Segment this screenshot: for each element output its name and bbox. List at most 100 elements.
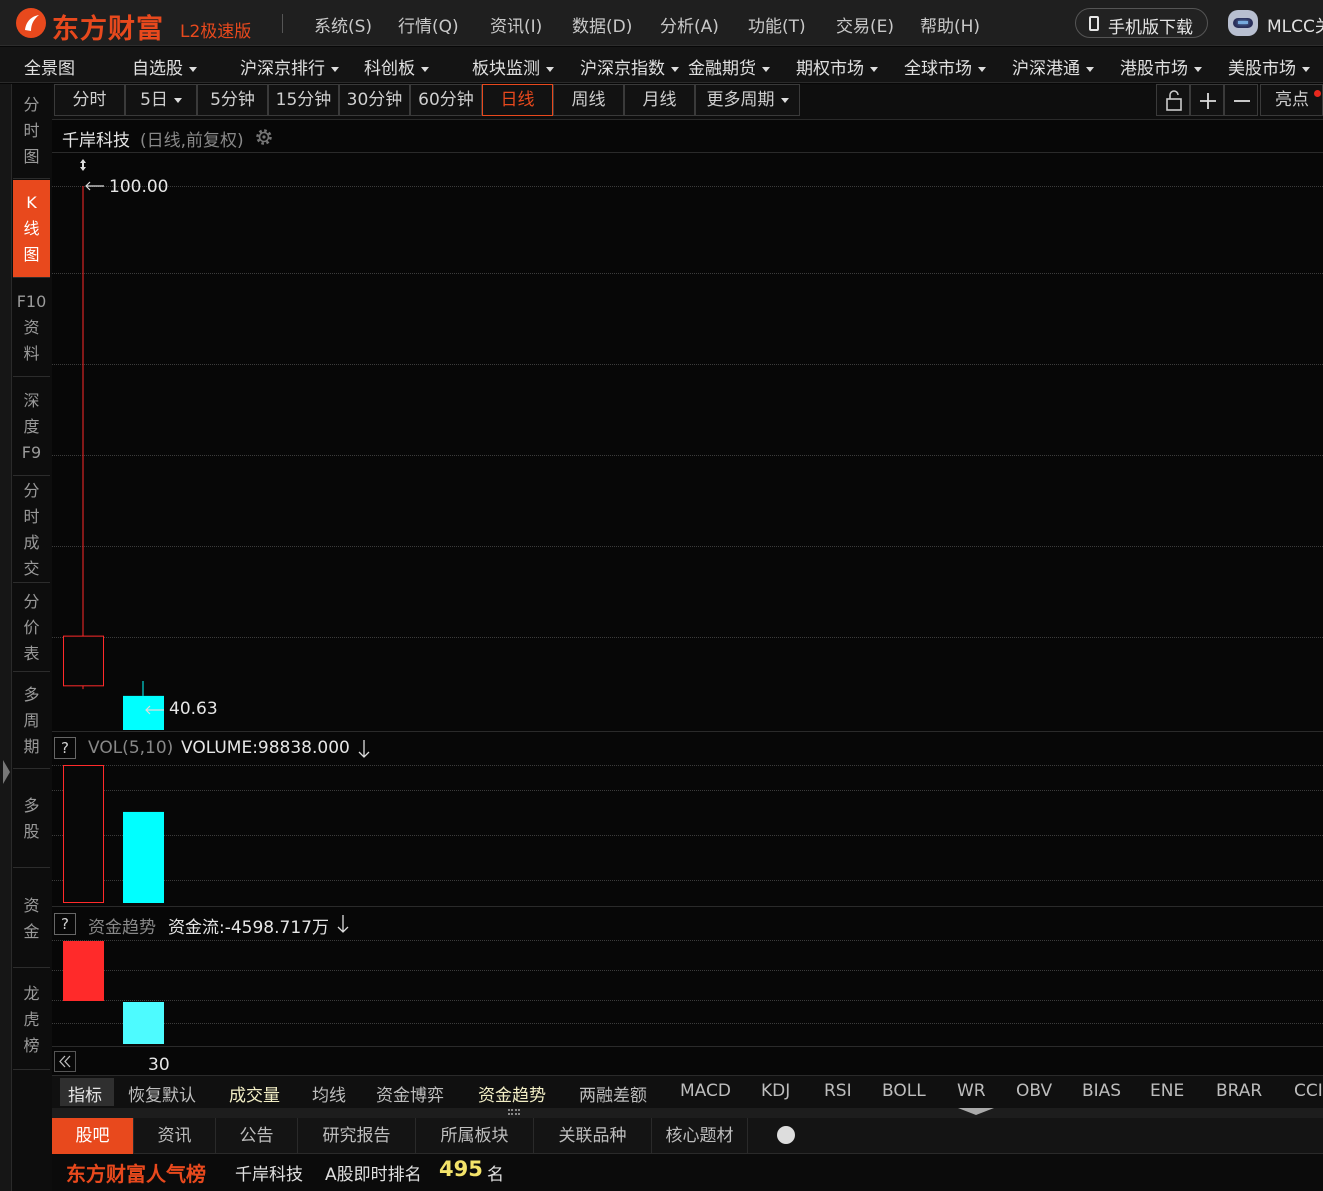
indicator-tab[interactable]: OBV xyxy=(1016,1081,1052,1101)
chevron-down-icon xyxy=(870,66,878,72)
nav-item[interactable]: 金融期货 xyxy=(688,54,770,79)
kline-chart[interactable]: 100.00 40.63 xyxy=(52,153,1323,730)
indicator-tab[interactable]: WR xyxy=(957,1081,986,1101)
menu-item[interactable]: 资讯(I) xyxy=(490,12,542,37)
menu-item[interactable]: 系统(S) xyxy=(314,12,372,37)
ranking-stock[interactable]: 千岸科技 xyxy=(235,1160,303,1185)
sidebar-tab-char: 分 xyxy=(23,95,40,114)
period-button[interactable]: 更多周期 xyxy=(695,84,800,116)
period-button[interactable]: 30分钟 xyxy=(339,84,410,116)
sidebar-tab[interactable]: 分价表 xyxy=(13,585,50,672)
volume-help-button[interactable]: ? xyxy=(54,737,76,759)
nav-item[interactable]: 沪深港通 xyxy=(1012,54,1094,79)
sidebar-tab[interactable]: 龙虎榜 xyxy=(13,970,50,1070)
nav-item[interactable]: 自选股 xyxy=(132,54,197,79)
info-tab[interactable]: 关联品种 xyxy=(534,1118,652,1154)
scroll-marker-icon[interactable] xyxy=(80,159,86,171)
nav-item[interactable]: 沪深京排行 xyxy=(240,54,339,79)
period-label: 日线 xyxy=(500,90,535,110)
nav-item-label: 沪深港通 xyxy=(1012,59,1080,79)
indicator-tab[interactable]: 资金趋势 xyxy=(478,1081,546,1106)
candle[interactable] xyxy=(63,186,104,690)
indicator-tab[interactable]: 均线 xyxy=(312,1081,346,1106)
candle[interactable] xyxy=(123,681,164,730)
info-tab[interactable]: 所属板块 xyxy=(416,1118,534,1154)
mobile-download-label: 手机版下载 xyxy=(1108,18,1193,38)
info-tab[interactable]: 资讯 xyxy=(134,1118,216,1154)
indicator-tab[interactable]: CCI xyxy=(1294,1081,1323,1101)
indicator-tab[interactable]: KDJ xyxy=(761,1081,790,1101)
gear-icon[interactable] xyxy=(254,127,274,147)
fund-flow-bar xyxy=(123,1002,164,1044)
nav-item-label: 期权市场 xyxy=(796,59,864,79)
zoom-out-button[interactable] xyxy=(1224,84,1258,116)
fund-pane-bottom xyxy=(52,1046,1323,1047)
user-name[interactable]: MLCC关 xyxy=(1267,12,1323,37)
nav-item[interactable]: 全景图 xyxy=(24,54,75,79)
nav-item[interactable]: 板块监测 xyxy=(472,54,554,79)
indicator-tab[interactable]: MACD xyxy=(680,1081,731,1101)
period-button[interactable]: 日线 xyxy=(482,84,553,116)
period-label: 5分钟 xyxy=(210,90,255,110)
fund-indicator-label[interactable]: 资金趋势 xyxy=(88,913,156,938)
menu-item[interactable]: 功能(T) xyxy=(748,12,806,37)
liangdian-button[interactable]: 亮点 xyxy=(1260,84,1323,116)
sidebar-tab[interactable]: K线图 xyxy=(13,180,50,278)
unlock-button[interactable] xyxy=(1156,84,1190,116)
sidebar-tab[interactable]: F10 资料 xyxy=(13,280,50,377)
sidebar-tab[interactable]: 分时图 xyxy=(13,84,50,179)
indicator-tab[interactable]: 指标 xyxy=(68,1081,102,1106)
period-button[interactable]: 分时 xyxy=(54,84,125,116)
mobile-download-button[interactable]: 手机版下载 xyxy=(1075,8,1208,38)
resize-grip-icon[interactable] xyxy=(508,1109,520,1115)
indicator-tab[interactable]: BOLL xyxy=(882,1081,926,1101)
collapse-notch-icon[interactable] xyxy=(958,1108,994,1115)
high-price-marker: 100.00 xyxy=(85,177,168,197)
volume-indicator-label[interactable]: VOL(5,10) xyxy=(88,738,173,758)
period-button[interactable]: 60分钟 xyxy=(410,84,482,116)
menu-item[interactable]: 行情(Q) xyxy=(398,12,459,37)
period-button[interactable]: 5日 xyxy=(125,84,197,116)
info-tab[interactable]: 股吧 xyxy=(52,1118,134,1154)
menu-item[interactable]: 交易(E) xyxy=(836,12,894,37)
sidebar-tab[interactable]: 多周期 xyxy=(13,674,50,769)
info-tab[interactable]: 研究报告 xyxy=(298,1118,416,1154)
zoom-in-button[interactable] xyxy=(1190,84,1224,116)
chevron-down-icon xyxy=(978,66,986,72)
period-button[interactable]: 月线 xyxy=(624,84,695,116)
indicator-tab[interactable]: BIAS xyxy=(1082,1081,1121,1101)
nav-item[interactable]: 科创板 xyxy=(364,54,429,79)
nav-item[interactable]: 港股市场 xyxy=(1120,54,1202,79)
indicator-tab[interactable]: ENE xyxy=(1150,1081,1184,1101)
sidebar-collapse-arrow-icon[interactable] xyxy=(3,760,10,784)
indicator-tab[interactable]: 两融差额 xyxy=(579,1081,647,1106)
indicator-tab[interactable]: 成交量 xyxy=(229,1081,280,1106)
nav-item[interactable]: 期权市场 xyxy=(796,54,878,79)
robot-avatar-icon[interactable] xyxy=(1228,10,1258,36)
sidebar-tab[interactable]: 分时成交 xyxy=(13,478,50,583)
indicator-tab[interactable]: RSI xyxy=(824,1081,852,1101)
sidebar-tab[interactable]: 资金 xyxy=(13,870,50,968)
sidebar-tab-char: K xyxy=(26,192,37,212)
chevron-down-icon xyxy=(331,66,339,72)
nav-item[interactable]: 全球市场 xyxy=(904,54,986,79)
indicator-tab[interactable]: 恢复默认 xyxy=(128,1081,196,1106)
period-button[interactable]: 15分钟 xyxy=(268,84,339,116)
nav-item[interactable]: 沪深京指数 xyxy=(580,54,679,79)
sidebar-tab[interactable]: 多股 xyxy=(13,771,50,868)
nav-item[interactable]: 美股市场 xyxy=(1228,54,1310,79)
period-button[interactable]: 5分钟 xyxy=(197,84,268,116)
brand-edition: L2极速版 xyxy=(180,22,252,42)
fund-help-button[interactable]: ? xyxy=(54,913,76,935)
menu-item[interactable]: 帮助(H) xyxy=(920,12,980,37)
info-tab[interactable]: 公告 xyxy=(216,1118,298,1154)
info-tab[interactable]: 核心题材 xyxy=(652,1118,748,1154)
sidebar-tab[interactable]: 深度 F9 xyxy=(13,379,50,476)
menu-item[interactable]: 分析(A) xyxy=(660,12,719,37)
panel-resizer[interactable] xyxy=(52,1108,1323,1118)
period-button[interactable]: 周线 xyxy=(553,84,624,116)
expand-left-button[interactable] xyxy=(54,1051,76,1072)
menu-item[interactable]: 数据(D) xyxy=(572,12,632,37)
indicator-tab[interactable]: BRAR xyxy=(1216,1081,1262,1101)
indicator-tab[interactable]: 资金博弈 xyxy=(376,1081,444,1106)
